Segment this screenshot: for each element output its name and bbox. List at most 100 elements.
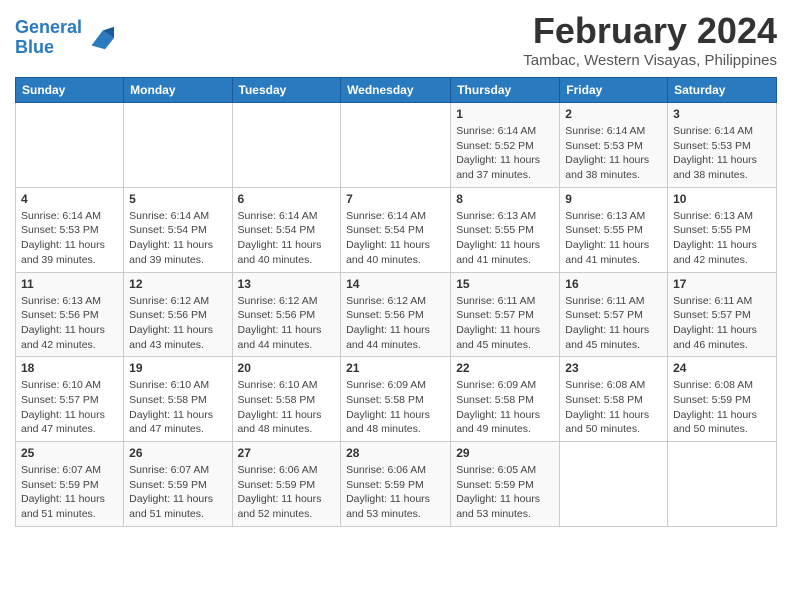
header-day: Saturday	[668, 78, 777, 103]
header-row: SundayMondayTuesdayWednesdayThursdayFrid…	[16, 78, 777, 103]
calendar-week-row: 1 Sunrise: 6:14 AM Sunset: 5:52 PM Daylig…	[16, 103, 777, 188]
day-number: 20	[238, 361, 336, 375]
day-info: Sunrise: 6:12 AM Sunset: 5:56 PM Dayligh…	[238, 294, 336, 353]
day-number: 8	[456, 192, 554, 206]
day-info: Sunrise: 6:09 AM Sunset: 5:58 PM Dayligh…	[346, 378, 445, 437]
logo-blue: Blue	[15, 37, 54, 57]
day-number: 1	[456, 107, 554, 121]
calendar-cell: 5 Sunrise: 6:14 AM Sunset: 5:54 PM Daylig…	[124, 187, 232, 272]
calendar-cell: 17Sunrise: 6:11 AM Sunset: 5:57 PM Dayli…	[668, 272, 777, 357]
header-day: Wednesday	[341, 78, 451, 103]
calendar-cell: 7 Sunrise: 6:14 AM Sunset: 5:54 PM Daylig…	[341, 187, 451, 272]
day-info: Sunrise: 6:10 AM Sunset: 5:58 PM Dayligh…	[129, 378, 226, 437]
day-number: 10	[673, 192, 771, 206]
header-day: Tuesday	[232, 78, 341, 103]
calendar-week-row: 11 Sunrise: 6:13 AM Sunset: 5:56 PM Dayli…	[16, 272, 777, 357]
day-info: Sunrise: 6:14 AM Sunset: 5:54 PM Dayligh…	[238, 209, 336, 268]
calendar-cell: 6 Sunrise: 6:14 AM Sunset: 5:54 PM Daylig…	[232, 187, 341, 272]
page-header: General Blue February 2024 Tambac, Weste…	[15, 10, 777, 69]
calendar-cell: 23 Sunrise: 6:08 AM Sunset: 5:58 PM Dayli…	[560, 357, 668, 442]
calendar-cell	[124, 103, 232, 188]
day-number: 29	[456, 446, 554, 460]
calendar-cell: 27 Sunrise: 6:06 AM Sunset: 5:59 PM Dayli…	[232, 442, 341, 527]
calendar-cell: 28 Sunrise: 6:06 AM Sunset: 5:59 PM Dayli…	[341, 442, 451, 527]
day-number: 23	[565, 361, 662, 375]
day-info: Sunrise: 6:13 AM Sunset: 5:55 PM Dayligh…	[565, 209, 662, 268]
day-number: 3	[673, 107, 771, 121]
calendar-cell: 13Sunrise: 6:12 AM Sunset: 5:56 PM Dayli…	[232, 272, 341, 357]
day-info: Sunrise: 6:13 AM Sunset: 5:55 PM Dayligh…	[673, 209, 771, 268]
calendar-cell: 15Sunrise: 6:11 AM Sunset: 5:57 PM Dayli…	[451, 272, 560, 357]
calendar-cell: 20 Sunrise: 6:10 AM Sunset: 5:58 PM Dayli…	[232, 357, 341, 442]
day-info: Sunrise: 6:07 AM Sunset: 5:59 PM Dayligh…	[129, 463, 226, 522]
day-number: 7	[346, 192, 445, 206]
calendar-cell: 19 Sunrise: 6:10 AM Sunset: 5:58 PM Dayli…	[124, 357, 232, 442]
day-number: 14	[346, 277, 445, 291]
logo: General Blue	[15, 18, 114, 58]
logo-icon	[84, 23, 114, 53]
calendar-cell: 29 Sunrise: 6:05 AM Sunset: 5:59 PM Dayli…	[451, 442, 560, 527]
calendar-cell: 26 Sunrise: 6:07 AM Sunset: 5:59 PM Dayli…	[124, 442, 232, 527]
day-info: Sunrise: 6:14 AM Sunset: 5:53 PM Dayligh…	[21, 209, 118, 268]
day-info: Sunrise: 6:08 AM Sunset: 5:58 PM Dayligh…	[565, 378, 662, 437]
day-number: 6	[238, 192, 336, 206]
logo-general: General	[15, 17, 82, 37]
calendar-cell: 22Sunrise: 6:09 AM Sunset: 5:58 PM Dayli…	[451, 357, 560, 442]
calendar-cell: 2 Sunrise: 6:14 AM Sunset: 5:53 PM Daylig…	[560, 103, 668, 188]
day-number: 19	[129, 361, 226, 375]
calendar-cell	[668, 442, 777, 527]
title-block: February 2024 Tambac, Western Visayas, P…	[523, 10, 777, 69]
calendar-cell	[232, 103, 341, 188]
logo-text: General Blue	[15, 18, 82, 58]
calendar-cell: 25Sunrise: 6:07 AM Sunset: 5:59 PM Dayli…	[16, 442, 124, 527]
day-info: Sunrise: 6:11 AM Sunset: 5:57 PM Dayligh…	[565, 294, 662, 353]
day-info: Sunrise: 6:07 AM Sunset: 5:59 PM Dayligh…	[21, 463, 118, 522]
day-info: Sunrise: 6:08 AM Sunset: 5:59 PM Dayligh…	[673, 378, 771, 437]
calendar-week-row: 18Sunrise: 6:10 AM Sunset: 5:57 PM Dayli…	[16, 357, 777, 442]
day-info: Sunrise: 6:14 AM Sunset: 5:53 PM Dayligh…	[565, 124, 662, 183]
header-day: Friday	[560, 78, 668, 103]
day-number: 24	[673, 361, 771, 375]
day-info: Sunrise: 6:12 AM Sunset: 5:56 PM Dayligh…	[129, 294, 226, 353]
day-info: Sunrise: 6:14 AM Sunset: 5:53 PM Dayligh…	[673, 124, 771, 183]
day-info: Sunrise: 6:05 AM Sunset: 5:59 PM Dayligh…	[456, 463, 554, 522]
header-day: Thursday	[451, 78, 560, 103]
day-number: 18	[21, 361, 118, 375]
month-title: February 2024	[523, 10, 777, 52]
calendar-cell: 14 Sunrise: 6:12 AM Sunset: 5:56 PM Dayli…	[341, 272, 451, 357]
day-number: 4	[21, 192, 118, 206]
day-number: 16	[565, 277, 662, 291]
calendar-cell: 18Sunrise: 6:10 AM Sunset: 5:57 PM Dayli…	[16, 357, 124, 442]
day-info: Sunrise: 6:06 AM Sunset: 5:59 PM Dayligh…	[346, 463, 445, 522]
calendar-cell: 4 Sunrise: 6:14 AM Sunset: 5:53 PM Daylig…	[16, 187, 124, 272]
day-info: Sunrise: 6:14 AM Sunset: 5:54 PM Dayligh…	[346, 209, 445, 268]
day-info: Sunrise: 6:10 AM Sunset: 5:58 PM Dayligh…	[238, 378, 336, 437]
day-number: 27	[238, 446, 336, 460]
day-info: Sunrise: 6:14 AM Sunset: 5:52 PM Dayligh…	[456, 124, 554, 183]
day-number: 9	[565, 192, 662, 206]
calendar-cell: 11 Sunrise: 6:13 AM Sunset: 5:56 PM Dayli…	[16, 272, 124, 357]
day-info: Sunrise: 6:13 AM Sunset: 5:55 PM Dayligh…	[456, 209, 554, 268]
calendar-cell: 10 Sunrise: 6:13 AM Sunset: 5:55 PM Dayli…	[668, 187, 777, 272]
calendar-cell: 1 Sunrise: 6:14 AM Sunset: 5:52 PM Daylig…	[451, 103, 560, 188]
header-day: Sunday	[16, 78, 124, 103]
day-number: 15	[456, 277, 554, 291]
day-number: 28	[346, 446, 445, 460]
day-info: Sunrise: 6:12 AM Sunset: 5:56 PM Dayligh…	[346, 294, 445, 353]
location: Tambac, Western Visayas, Philippines	[523, 52, 777, 69]
day-info: Sunrise: 6:13 AM Sunset: 5:56 PM Dayligh…	[21, 294, 118, 353]
day-info: Sunrise: 6:14 AM Sunset: 5:54 PM Dayligh…	[129, 209, 226, 268]
day-number: 5	[129, 192, 226, 206]
calendar-cell: 3 Sunrise: 6:14 AM Sunset: 5:53 PM Daylig…	[668, 103, 777, 188]
day-number: 26	[129, 446, 226, 460]
day-info: Sunrise: 6:06 AM Sunset: 5:59 PM Dayligh…	[238, 463, 336, 522]
calendar-cell: 8 Sunrise: 6:13 AM Sunset: 5:55 PM Daylig…	[451, 187, 560, 272]
calendar-cell: 21Sunrise: 6:09 AM Sunset: 5:58 PM Dayli…	[341, 357, 451, 442]
calendar-cell	[16, 103, 124, 188]
calendar-cell: 16 Sunrise: 6:11 AM Sunset: 5:57 PM Dayli…	[560, 272, 668, 357]
calendar-table: SundayMondayTuesdayWednesdayThursdayFrid…	[15, 77, 777, 527]
day-number: 2	[565, 107, 662, 121]
header-day: Monday	[124, 78, 232, 103]
calendar-cell: 12Sunrise: 6:12 AM Sunset: 5:56 PM Dayli…	[124, 272, 232, 357]
day-number: 11	[21, 277, 118, 291]
